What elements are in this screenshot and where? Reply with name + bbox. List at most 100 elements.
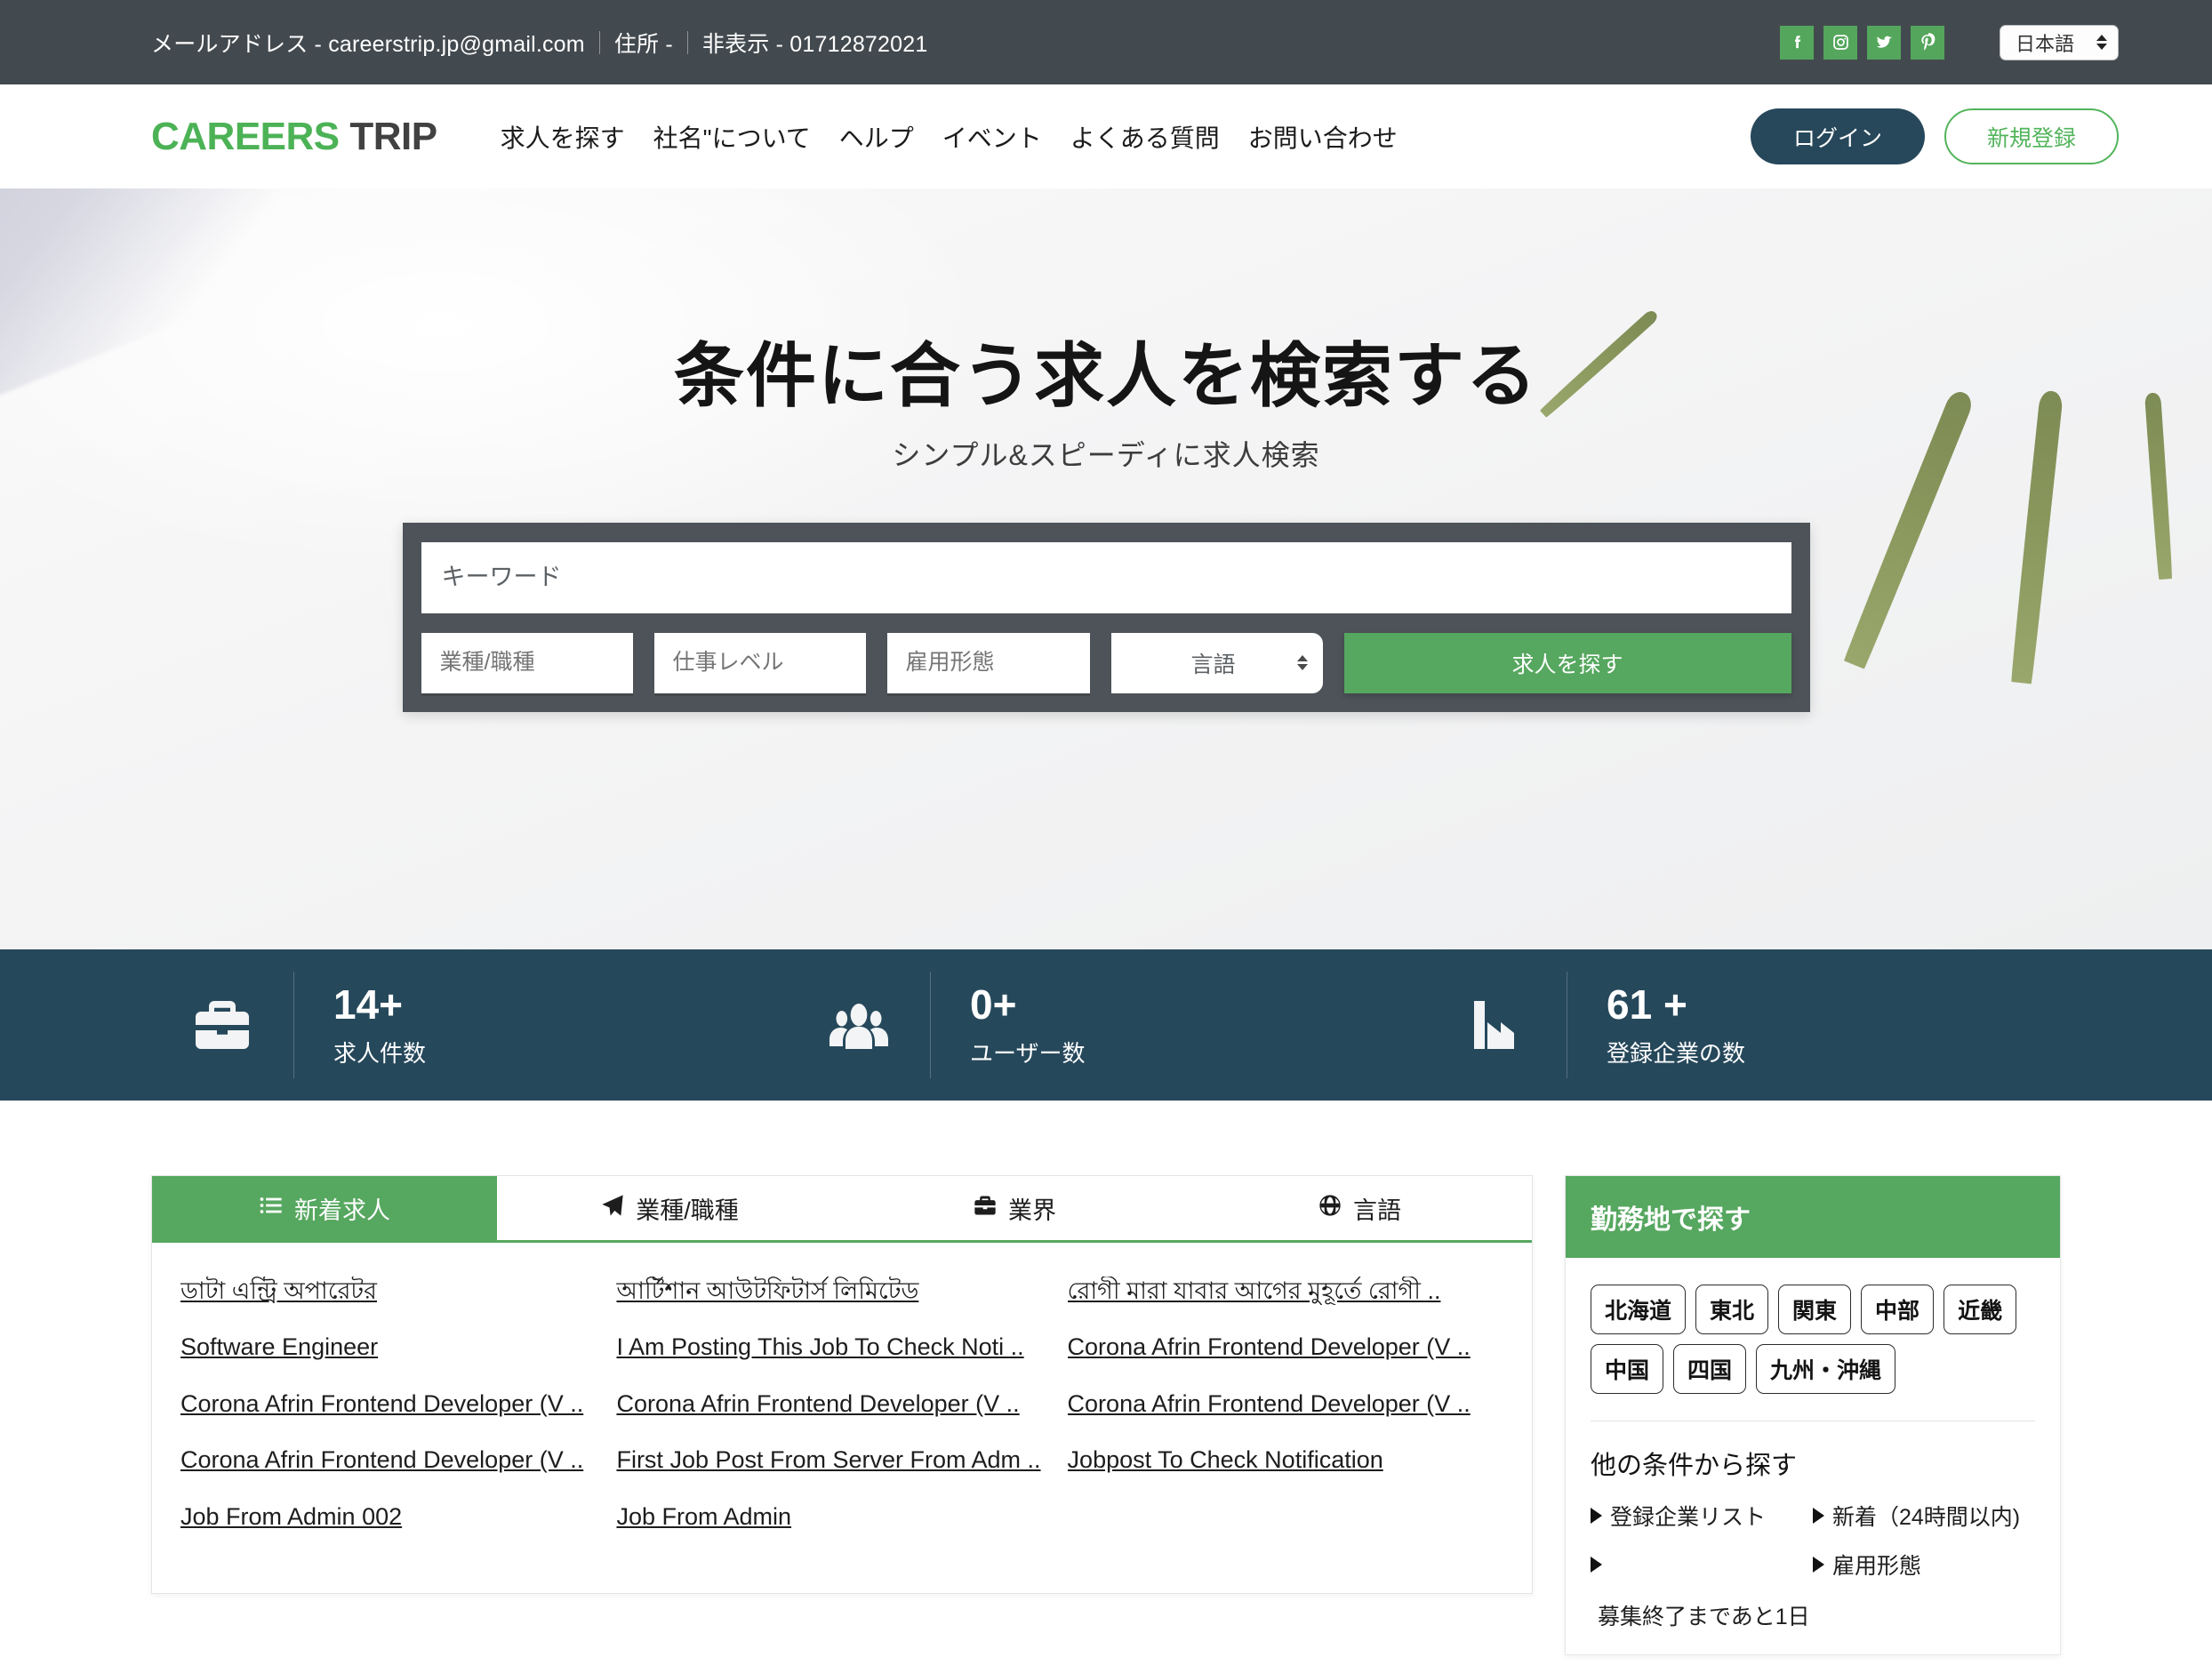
other-condition-label: 雇用形態 <box>1832 1554 1922 1579</box>
deadline-note: 募集終了まであと1日 <box>1598 1605 1810 1629</box>
region-chip[interactable]: 近畿 <box>1944 1285 2017 1334</box>
region-chip[interactable]: 北海道 <box>1591 1285 1687 1334</box>
filter-industry-input[interactable] <box>421 632 633 693</box>
facebook-icon[interactable] <box>1780 25 1814 60</box>
joblist-tabs: 新着求人 業種/職種 業界 言語 <box>152 1176 1532 1243</box>
search-keyword-input[interactable] <box>421 541 1791 613</box>
tab-sector[interactable]: 業界 <box>842 1176 1187 1240</box>
chevron-updown-icon <box>2096 35 2107 50</box>
triangle-right-icon <box>1813 1557 1824 1573</box>
hero-section: MJOB 条件に合う求人を検索する シンプル&スピーディに求人検索 言語 求人を… <box>0 188 2212 949</box>
main-nav: 求人を探す 社名"について ヘルプ イベント よくある質問 お問い合わせ <box>486 119 1412 155</box>
job-link[interactable]: রোগী মারা যাবার আগের মুহূর্তে রোগী .. <box>1068 1277 1477 1305</box>
site-logo[interactable]: CAREERS TRIP <box>151 115 437 159</box>
location-panel-title: 勤務地で探す <box>1566 1176 2060 1258</box>
keyword-row <box>421 541 1791 613</box>
tab-sector-label: 業界 <box>1008 1197 1056 1224</box>
logo-text-primary: CAREERS <box>151 114 340 158</box>
users-icon <box>788 993 930 1057</box>
factory-icon <box>1424 993 1567 1057</box>
pinterest-icon[interactable] <box>1911 25 1944 60</box>
register-button[interactable]: 新規登録 <box>1944 108 2119 164</box>
job-link[interactable]: Job From Admin 002 <box>180 1502 589 1531</box>
stat-jobs-caption: 求人件数 <box>333 1039 427 1067</box>
briefcase-icon <box>973 1193 998 1224</box>
triangle-right-icon <box>1813 1508 1824 1524</box>
login-button[interactable]: ログイン <box>1751 108 1925 164</box>
region-chip[interactable]: 九州・沖縄 <box>1756 1344 1896 1394</box>
job-link[interactable]: ডাটা এন্ট্রি অপারেটর <box>180 1277 589 1305</box>
tab-new-jobs[interactable]: 新着求人 <box>152 1176 497 1240</box>
job-link[interactable]: Corona Afrin Frontend Developer (V .. <box>1068 1389 1477 1418</box>
region-chip-list: 北海道 東北 関東 中部 近畿 中国 四国 九州・沖縄 <box>1591 1285 2035 1394</box>
globe-icon <box>1318 1193 1342 1224</box>
topbar-address: 住所 - <box>613 31 673 57</box>
search-submit-button[interactable]: 求人を探す <box>1343 632 1791 693</box>
location-panel-body: 北海道 東北 関東 中部 近畿 中国 四国 九州・沖縄 他の条件から探す 登録企… <box>1566 1258 2060 1654</box>
joblist-column-3: রোগী মারা যাবার আগের মুহূর্তে রোগী .. Co… <box>1068 1277 1503 1531</box>
region-chip[interactable]: 中部 <box>1861 1285 1935 1334</box>
tab-new-jobs-label: 新着求人 <box>294 1197 390 1224</box>
other-condition-label: 登録企業リスト <box>1610 1505 1767 1530</box>
topbar-divider-1 <box>598 30 600 54</box>
other-condition-empty[interactable] <box>1591 1549 1813 1581</box>
list-icon <box>259 1193 284 1224</box>
job-link[interactable]: First Job Post From Server From Adm .. <box>616 1445 1040 1474</box>
nav-item-contact[interactable]: お問い合わせ <box>1234 119 1412 155</box>
twitter-icon[interactable] <box>1867 25 1901 60</box>
job-link[interactable]: আর্টিশান আউটফিটার্স লিমিটেড <box>616 1277 1040 1305</box>
tab-language-label: 言語 <box>1353 1197 1401 1224</box>
stat-users: 0+ ユーザー数 <box>788 972 1424 1078</box>
social-links <box>1780 25 1944 60</box>
location-search-panel: 勤務地で探す 北海道 東北 関東 中部 近畿 中国 四国 九州・沖縄 他の条件か… <box>1565 1175 2061 1655</box>
region-chip[interactable]: 中国 <box>1591 1344 1664 1394</box>
stat-companies-number: 61 + <box>1607 981 1687 1029</box>
tab-industry[interactable]: 業種/職種 <box>497 1176 842 1240</box>
filter-language-select[interactable]: 言語 <box>1110 632 1323 693</box>
hero-subtitle: シンプル&スピーディに求人検索 <box>892 438 1320 471</box>
main-content: 新着求人 業種/職種 業界 言語 ডাটা এন্ট্রি অপারেটর So… <box>0 1101 2212 1655</box>
instagram-icon[interactable] <box>1823 25 1857 60</box>
filter-employment-input[interactable] <box>886 632 1090 693</box>
site-header: CAREERS TRIP 求人を探す 社名"について ヘルプ イベント よくある… <box>0 84 2212 188</box>
joblist-column-1: ডাটা এন্ট্রি অপারেটর Software Engineer C… <box>180 1277 616 1531</box>
job-link[interactable]: I Am Posting This Job To Check Noti .. <box>616 1333 1040 1361</box>
topbar-phone: 非表示 - 01712872021 <box>701 31 928 57</box>
stat-users-caption: ユーザー数 <box>970 1039 1086 1067</box>
stats-bar: 14+ 求人件数 0+ ユーザー数 61 + 登録企業の数 <box>0 949 2212 1101</box>
topbar-divider-2 <box>686 30 688 54</box>
topbar-contact-info: メールアドレス - careerstrip.jp@gmail.com 住所 - … <box>151 27 927 59</box>
other-conditions-list: 登録企業リスト 新着（24時間以内) 雇用形態 <box>1591 1500 2035 1597</box>
other-condition-employment-type[interactable]: 雇用形態 <box>1813 1549 2035 1581</box>
topbar-email: メールアドレス - careerstrip.jp@gmail.com <box>151 31 585 57</box>
triangle-right-icon <box>1591 1557 1602 1573</box>
region-chip[interactable]: 関東 <box>1778 1285 1852 1334</box>
nav-item-events[interactable]: イベント <box>928 119 1056 155</box>
job-link[interactable]: Corona Afrin Frontend Developer (V .. <box>1068 1333 1477 1361</box>
paper-plane-icon <box>600 1193 625 1224</box>
filter-joblevel-input[interactable] <box>653 632 866 693</box>
job-link[interactable]: Jobpost To Check Notification <box>1068 1445 1477 1474</box>
top-utility-bar: メールアドレス - careerstrip.jp@gmail.com 住所 - … <box>0 0 2212 84</box>
region-chip[interactable]: 四国 <box>1673 1344 1747 1394</box>
tab-industry-label: 業種/職種 <box>636 1197 739 1224</box>
tab-language[interactable]: 言語 <box>1187 1176 1532 1240</box>
other-condition-new-24h[interactable]: 新着（24時間以内) <box>1813 1500 2035 1532</box>
language-select-value: 日本語 <box>2016 32 2075 55</box>
other-condition-company-list[interactable]: 登録企業リスト <box>1591 1500 1813 1532</box>
language-select[interactable]: 日本語 <box>2000 24 2119 60</box>
briefcase-icon <box>151 993 293 1057</box>
job-link[interactable]: Corona Afrin Frontend Developer (V .. <box>180 1389 589 1418</box>
region-chip[interactable]: 東北 <box>1695 1285 1769 1334</box>
nav-item-help[interactable]: ヘルプ <box>825 119 928 155</box>
nav-item-about[interactable]: 社名"について <box>639 119 825 155</box>
job-link[interactable]: Software Engineer <box>180 1333 589 1361</box>
nav-item-faq[interactable]: よくある質問 <box>1056 119 1234 155</box>
nav-item-jobs[interactable]: 求人を探す <box>486 119 639 155</box>
job-link[interactable]: Corona Afrin Frontend Developer (V .. <box>180 1445 589 1474</box>
joblist-columns: ডাটা এন্ট্রি অপারেটর Software Engineer C… <box>152 1243 1532 1593</box>
logo-text-secondary: TRIP <box>349 114 437 158</box>
job-link[interactable]: Job From Admin <box>616 1502 1040 1531</box>
job-link[interactable]: Corona Afrin Frontend Developer (V .. <box>616 1389 1040 1418</box>
search-filters-row: 言語 求人を探す <box>421 632 1791 693</box>
